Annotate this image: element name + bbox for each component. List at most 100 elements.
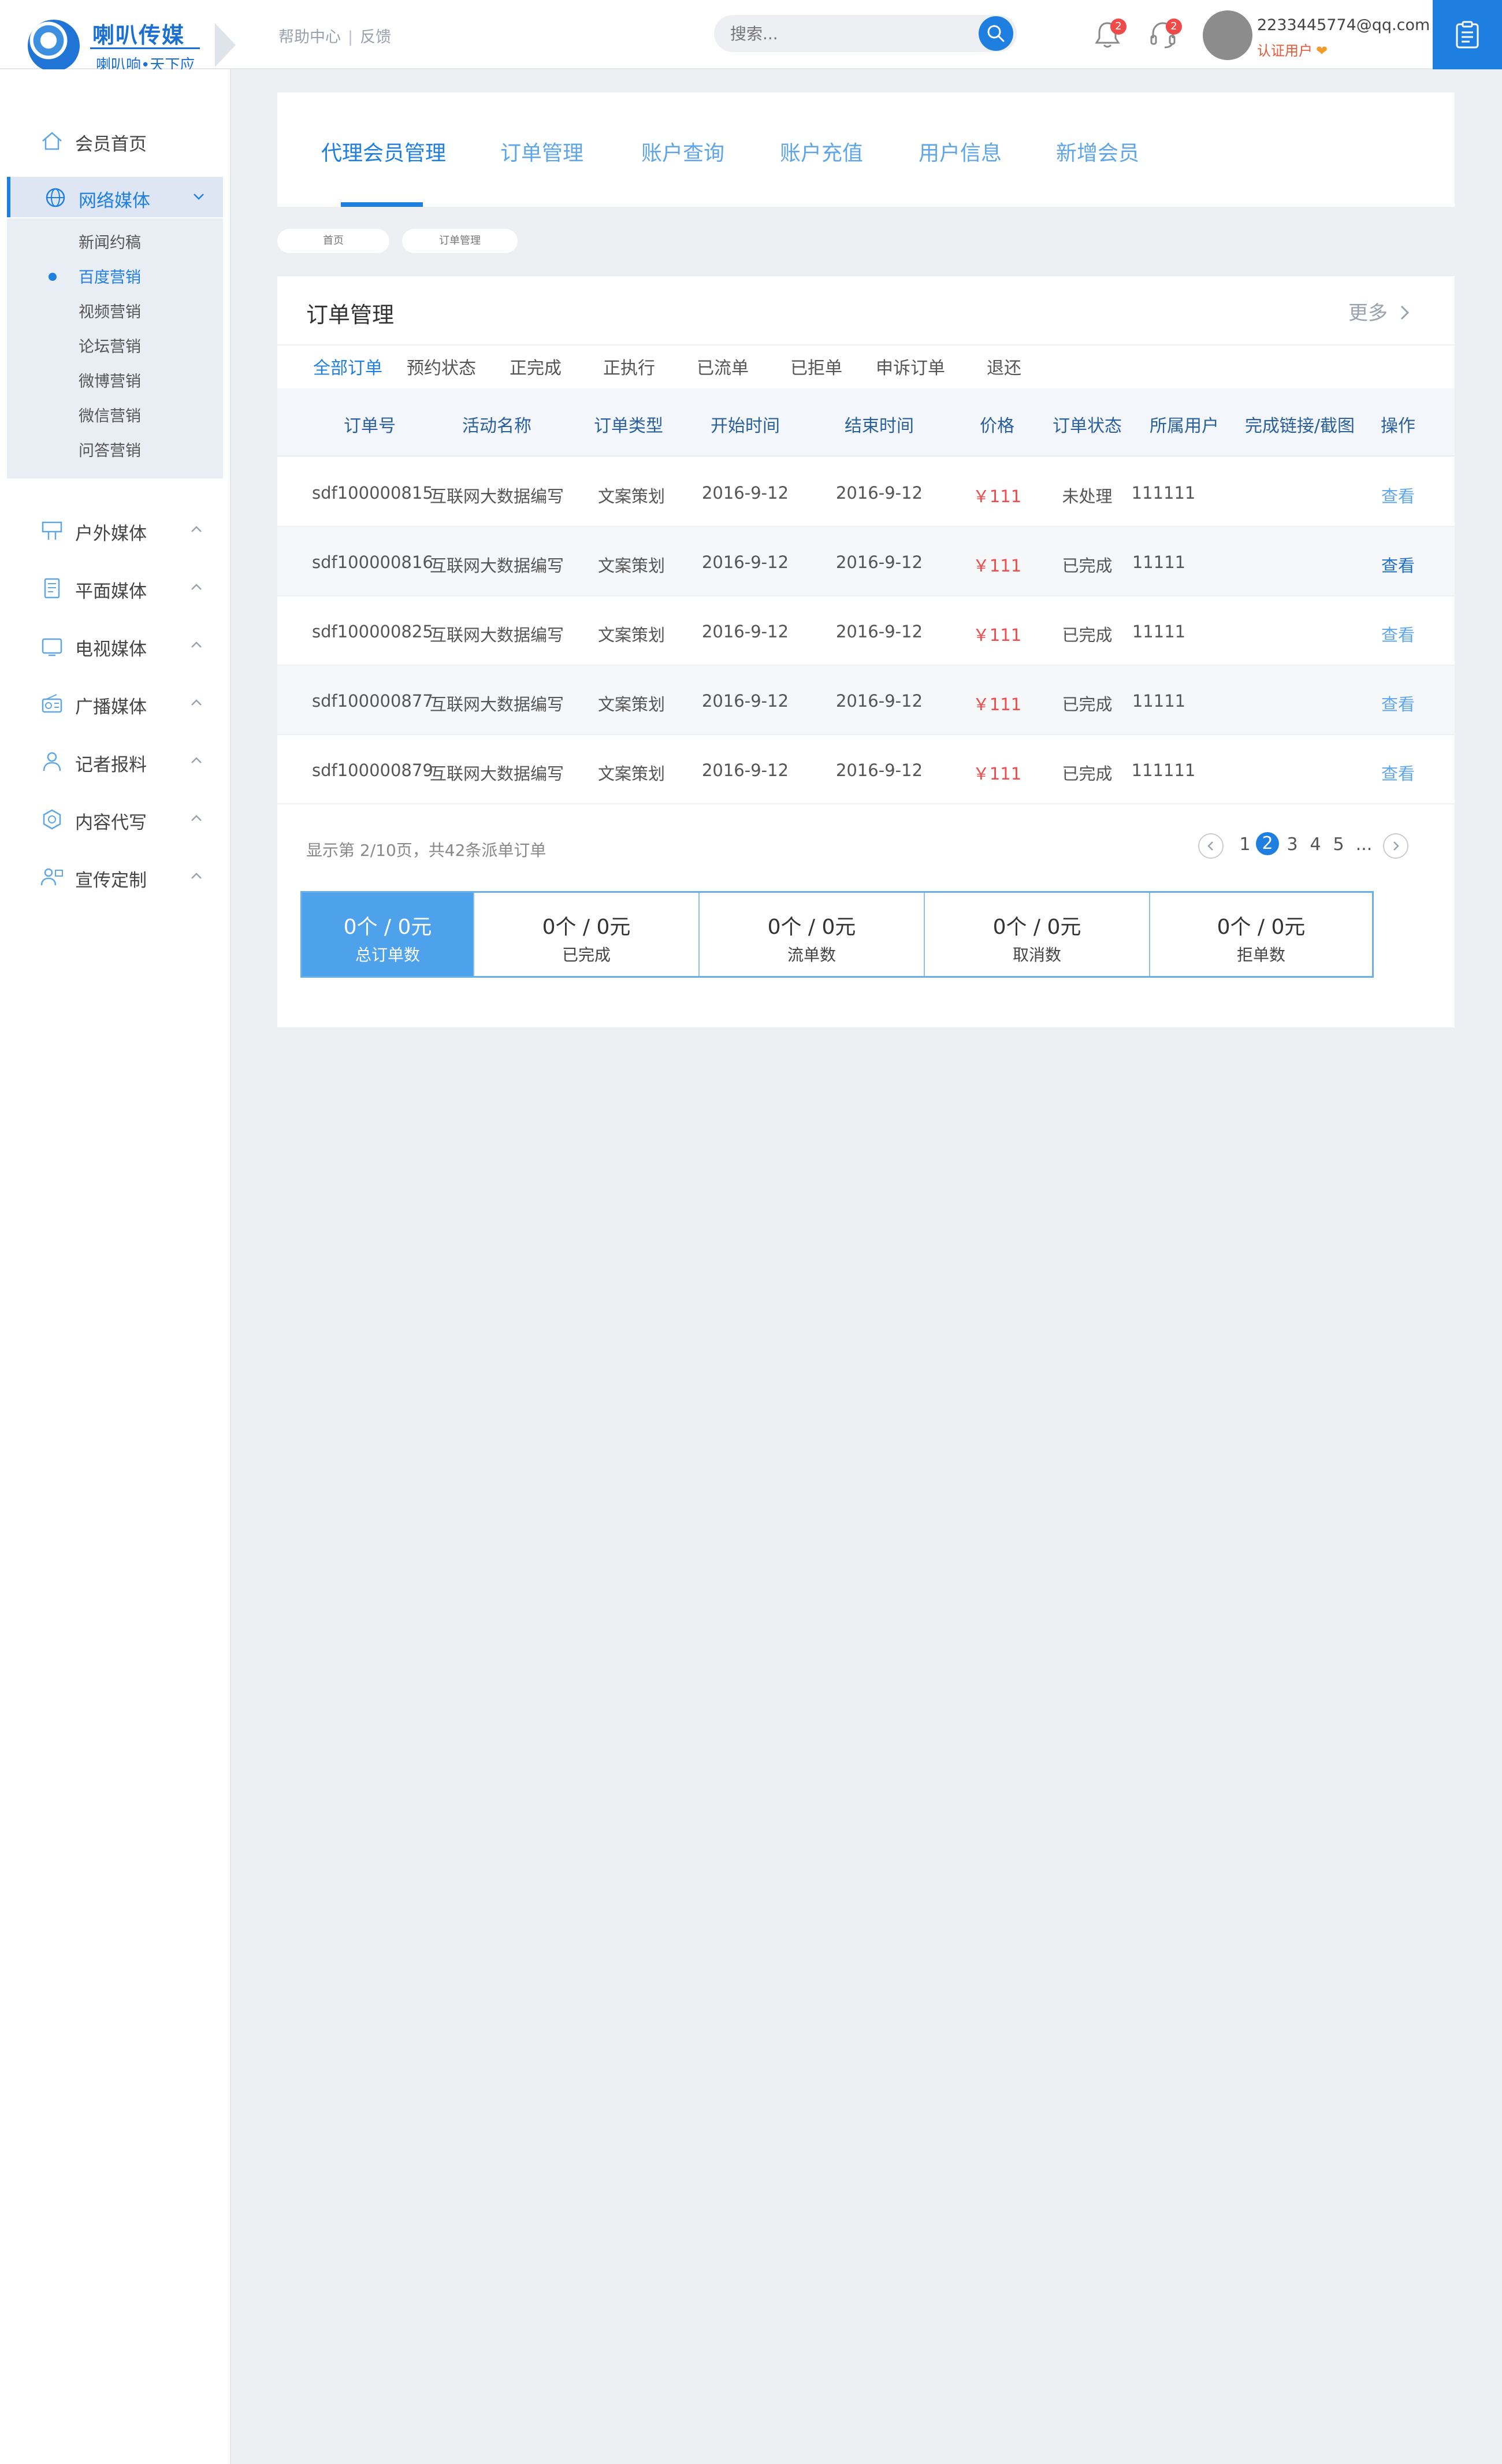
stat-rejected[interactable]: 0个 / 0元 拒单数 [1150,893,1372,976]
sidebar-submenu: 新闻约稿 百度营销 视频营销 论坛营销 微博营销 微信营销 问答营销 [7,218,223,478]
panel-title: 订单管理 [306,302,395,328]
cell-price: ￥111 [972,625,1022,645]
submenu-item-forum[interactable]: 论坛营销 [79,334,141,357]
help-links: 帮助中心 | 反馈 [278,24,391,47]
sidebar-item-label: 广播媒体 [75,697,147,718]
user-email[interactable]: 2233445774@qq.com [1257,16,1430,34]
sidebar-item-content-writing[interactable]: 内容代写 [0,799,224,839]
page-1[interactable]: 1 [1236,834,1254,855]
cell-type: 文案策划 [597,487,665,506]
filter-completing[interactable]: 正完成 [510,354,562,379]
cell-price: ￥111 [972,695,1022,714]
view-link[interactable]: 查看 [1363,691,1433,715]
view-link[interactable]: 查看 [1363,552,1433,577]
filter-refund[interactable]: 退还 [987,354,1021,379]
user-verified-tag: 认证用户 ❤ [1257,39,1328,60]
column-header-price: 价格 [980,416,1014,436]
column-header-user: 所属用户 [1150,416,1219,436]
column-header-start: 开始时间 [711,416,780,436]
submenu-item-news[interactable]: 新闻约稿 [79,230,141,253]
table-row: sdf100000816 互联网大数据编写 文案策划 2016-9-12 201… [277,527,1455,596]
stat-label: 取消数 [1012,945,1061,964]
submenu-item-qa[interactable]: 问答营销 [79,438,141,461]
clipboard-icon [1456,21,1479,49]
sidebar-item-outdoor-media[interactable]: 户外媒体 [0,510,224,550]
tab-agent-members[interactable]: 代理会员管理 [321,136,446,166]
filter-executing[interactable]: 正执行 [603,354,655,379]
page-3[interactable]: 3 [1284,834,1301,855]
search-icon [987,25,1005,42]
column-header-proof: 完成链接/截图 [1244,416,1355,436]
cell-start: 2016-9-12 [701,483,789,503]
filter-reserved[interactable]: 预约状态 [407,354,476,379]
sidebar-item-tv-media[interactable]: 电视媒体 [0,625,224,666]
cell-activity: 互联网大数据编写 [429,556,564,576]
sidebar-item-radio-media[interactable]: 广播媒体 [0,683,224,723]
page-4[interactable]: 4 [1307,834,1324,855]
service-button[interactable]: 2 [1148,18,1182,52]
active-submenu-dot [49,273,57,281]
view-link[interactable]: 查看 [1363,760,1433,785]
search-box [714,15,1017,52]
sidebar-item-print-media[interactable]: 平面媒体 [0,567,224,608]
next-page-button[interactable] [1383,833,1408,859]
submenu-item-weibo[interactable]: 微博营销 [79,369,141,391]
notification-button[interactable]: 2 [1093,18,1126,52]
cell-activity: 互联网大数据编写 [429,764,564,784]
column-header-status: 订单状态 [1053,416,1122,436]
view-link[interactable]: 查看 [1363,483,1433,507]
feedback-link[interactable]: 反馈 [360,28,391,46]
page-2[interactable]: 2 [1256,832,1279,855]
sidebar-item-reporter-tips[interactable]: 记者报料 [0,741,224,781]
prev-page-button[interactable] [1198,833,1224,859]
filter-all[interactable]: 全部订单 [313,354,382,379]
menu-button[interactable] [1433,0,1502,69]
cell-end: 2016-9-12 [835,691,923,711]
view-link[interactable]: 查看 [1363,622,1433,646]
cell-activity: 互联网大数据编写 [429,625,564,645]
cell-order-id: sdf100000877 [312,691,433,711]
tab-user-info[interactable]: 用户信息 [919,136,1002,166]
brand-logo[interactable]: 喇叭传媒 喇叭响•天下应 [23,12,208,74]
avatar[interactable] [1203,10,1252,60]
stat-completed[interactable]: 0个 / 0元 已完成 [474,893,700,976]
sidebar-item-custom-promotion[interactable]: 宣传定制 [0,856,224,897]
help-center-link[interactable]: 帮助中心 [278,28,341,46]
stat-total-orders[interactable]: 0个 / 0元 总订单数 [302,893,474,976]
cell-price: ￥111 [972,556,1022,576]
tab-account-recharge[interactable]: 账户充值 [780,136,863,166]
sidebar-item-home[interactable]: 会员首页 [0,120,224,161]
filter-rejected[interactable]: 已拒单 [790,354,842,379]
stat-label: 已完成 [562,945,611,964]
divider [277,344,1455,346]
order-stats: 0个 / 0元 总订单数 0个 / 0元 已完成 0个 / 0元 流单数 0个 … [300,891,1374,978]
tab-orders[interactable]: 订单管理 [500,136,583,166]
breadcrumb-home[interactable]: 首页 [277,229,389,253]
submenu-item-wechat[interactable]: 微信营销 [79,403,141,426]
sidebar-collapse-notch[interactable] [215,23,236,67]
cell-start: 2016-9-12 [701,622,789,641]
submenu-item-baidu[interactable]: 百度营销 [79,265,141,287]
tab-account-query[interactable]: 账户查询 [641,136,724,166]
stat-cancelled[interactable]: 0个 / 0元 取消数 [925,893,1150,976]
chevron-up-icon [191,873,202,879]
breadcrumb-orders[interactable]: 订单管理 [402,229,518,253]
more-link[interactable]: 更多 [1348,297,1411,325]
page-5[interactable]: 5 [1330,834,1347,855]
cell-user: 11111 [1132,622,1186,641]
search-button[interactable] [979,16,1013,51]
table-header: 订单号 活动名称 订单类型 开始时间 结束时间 价格 订单状态 所属用户 完成链… [277,388,1455,457]
orders-panel: 订单管理 更多 全部订单 预约状态 正完成 正执行 已流单 已拒单 申诉订单 退… [277,276,1455,1027]
stat-lapsed[interactable]: 0个 / 0元 流单数 [700,893,925,976]
sidebar-item-label: 宣传定制 [75,870,147,891]
search-input[interactable] [730,15,973,52]
filter-appeals[interactable]: 申诉订单 [876,354,945,379]
table-row: sdf100000815 互联网大数据编写 文案策划 2016-9-12 201… [277,458,1455,527]
sidebar-item-online-media[interactable]: 网络媒体 [7,177,223,217]
tab-new-member[interactable]: 新增会员 [1056,136,1139,166]
submenu-item-video[interactable]: 视频营销 [79,299,141,322]
chevron-right-icon [1393,841,1399,851]
sidebar-item-label: 户外媒体 [75,524,147,544]
filter-lapsed[interactable]: 已流单 [697,354,749,379]
top-bar: 喇叭传媒 喇叭响•天下应 帮助中心|反馈 2 2 223344 [0,0,1502,74]
